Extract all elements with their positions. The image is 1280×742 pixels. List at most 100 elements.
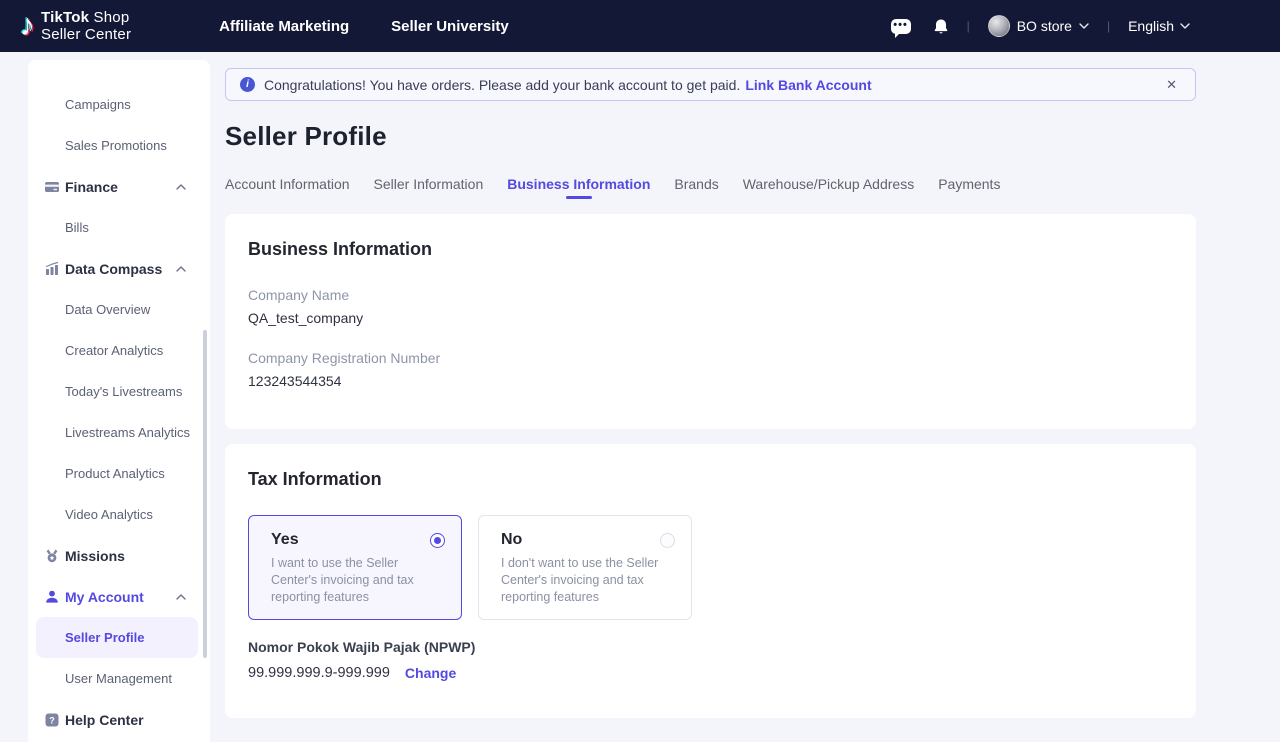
tax-option-no-title: No [501,531,522,549]
company-registration-number-value: 123243544354 [248,372,1172,390]
sidebar: Campaigns Sales Promotions Finance Bills… [28,60,210,742]
brand-seller-center: Seller Center [41,26,131,43]
sidebar-item-bills[interactable]: Bills [28,207,210,248]
page-title: Seller Profile [225,121,1196,152]
language-selector[interactable]: English [1128,18,1190,34]
company-registration-number-label: Company Registration Number [248,349,1172,367]
sidebar-item-label: Seller Profile [65,630,144,645]
bank-account-banner: i Congratulations! You have orders. Plea… [225,68,1196,101]
sidebar-item-livestreams-analytics[interactable]: Livestreams Analytics [28,412,210,453]
tab-account-information[interactable]: Account Information [225,176,350,201]
close-icon[interactable]: ✕ [1162,75,1181,95]
chevron-up-icon [176,184,186,190]
tax-option-no-description: I don't want to use the Seller Center's … [501,555,675,606]
svg-text:?: ? [49,715,55,725]
chevron-down-icon [1079,23,1089,29]
sidebar-item-video-analytics[interactable]: Video Analytics [28,494,210,535]
bell-icon[interactable] [933,18,949,35]
company-name-label: Company Name [248,286,1172,304]
tax-information-card: Tax Information Yes I want to use the Se… [225,444,1196,718]
tax-option-yes[interactable]: Yes I want to use the Seller Center's in… [248,515,462,620]
tax-information-heading: Tax Information [248,469,1172,490]
tab-seller-information[interactable]: Seller Information [374,176,484,201]
business-information-heading: Business Information [248,239,1172,260]
store-avatar [988,15,1010,37]
brand-shop: Shop [94,9,130,26]
sidebar-item-label: Today's Livestreams [65,384,182,399]
tab-business-information[interactable]: Business Information [507,176,650,201]
brand-tiktok: TikTok [41,9,89,26]
sidebar-item-user-management[interactable]: User Management [28,658,210,699]
sidebar-item-product-analytics[interactable]: Product Analytics [28,453,210,494]
sidebar-item-data-compass[interactable]: Data Compass [28,248,210,289]
chevron-down-icon [1180,23,1190,29]
sidebar-item-my-account[interactable]: My Account [28,576,210,617]
question-icon: ? [44,712,60,728]
divider: | [967,19,970,33]
sidebar-item-finance[interactable]: Finance [28,166,210,207]
sidebar-scrollbar[interactable] [203,330,207,658]
link-bank-account-link[interactable]: Link Bank Account [745,77,871,93]
sidebar-item-label: Product Analytics [65,466,165,481]
tax-option-yes-description: I want to use the Seller Center's invoic… [271,555,445,606]
sidebar-item-label: Sales Promotions [65,138,167,153]
store-switcher[interactable]: BO store [988,15,1089,37]
chat-icon[interactable]: ••• [891,19,911,34]
person-icon [44,589,60,605]
language-label: English [1128,18,1174,34]
sidebar-item-label: Campaigns [65,97,131,112]
top-nav-links: Affiliate Marketing Seller University [219,18,509,35]
store-name: BO store [1017,18,1072,34]
nav-affiliate-marketing[interactable]: Affiliate Marketing [219,18,349,35]
sidebar-item-label: Finance [65,179,118,195]
divider: | [1107,19,1110,33]
tax-options: Yes I want to use the Seller Center's in… [248,515,1172,620]
nav-seller-university[interactable]: Seller University [391,18,509,35]
company-registration-number-field: Company Registration Number 123243544354 [248,349,1172,390]
chevron-up-icon [176,266,186,272]
business-information-card: Business Information Company Name QA_tes… [225,214,1196,429]
tax-option-yes-title: Yes [271,531,299,549]
sidebar-item-label: Data Overview [65,302,150,317]
company-name-field: Company Name QA_test_company [248,286,1172,327]
tab-warehouse-pickup-address[interactable]: Warehouse/Pickup Address [743,176,914,201]
radio-unselected-icon[interactable] [660,533,675,548]
change-npwp-link[interactable]: Change [405,665,456,681]
npwp-row: 99.999.999.9-999.999 Change [248,665,1172,681]
sidebar-item-label: Video Analytics [65,507,153,522]
tax-option-no[interactable]: No I don't want to use the Seller Center… [478,515,692,620]
sidebar-item-label: Data Compass [65,261,162,277]
npwp-value: 99.999.999.9-999.999 [248,665,390,681]
info-icon: i [240,77,255,92]
radio-selected-icon[interactable] [430,533,445,548]
sidebar-item-label: User Management [65,671,172,686]
sidebar-item-creator-analytics[interactable]: Creator Analytics [28,330,210,371]
npwp-label: Nomor Pokok Wajib Pajak (NPWP) [248,638,1172,656]
tab-brands[interactable]: Brands [674,176,718,201]
sidebar-item-campaigns[interactable]: Campaigns [28,84,210,125]
tab-payments[interactable]: Payments [938,176,1000,201]
sidebar-item-label: Bills [65,220,89,235]
sidebar-item-label: Help Center [65,712,144,728]
sidebar-item-help-center[interactable]: ? Help Center [28,699,210,740]
sidebar-item-label: Missions [65,548,125,564]
brand-text: TikTok Shop Seller Center [41,9,131,43]
sidebar-item-seller-profile[interactable]: Seller Profile [36,617,198,658]
banner-text: Congratulations! You have orders. Please… [264,77,740,93]
chevron-up-icon [176,594,186,600]
medal-icon [44,548,60,564]
brand-logo[interactable]: ♪ TikTok Shop Seller Center [20,9,131,43]
main-content: i Congratulations! You have orders. Plea… [225,52,1196,742]
sidebar-item-sales-promotions[interactable]: Sales Promotions [28,125,210,166]
company-name-value: QA_test_company [248,309,1172,327]
sidebar-item-label: Livestreams Analytics [65,425,190,440]
sidebar-item-label: My Account [65,589,144,605]
sidebar-item-todays-livestreams[interactable]: Today's Livestreams [28,371,210,412]
profile-tabs: Account Information Seller Information B… [225,176,1196,201]
sidebar-item-missions[interactable]: Missions [28,535,210,576]
tiktok-note-icon: ♪ [20,11,35,41]
sidebar-item-data-overview[interactable]: Data Overview [28,289,210,330]
bar-chart-icon [44,261,60,277]
top-navbar: ♪ TikTok Shop Seller Center Affiliate Ma… [0,0,1280,52]
credit-card-icon [44,179,60,195]
